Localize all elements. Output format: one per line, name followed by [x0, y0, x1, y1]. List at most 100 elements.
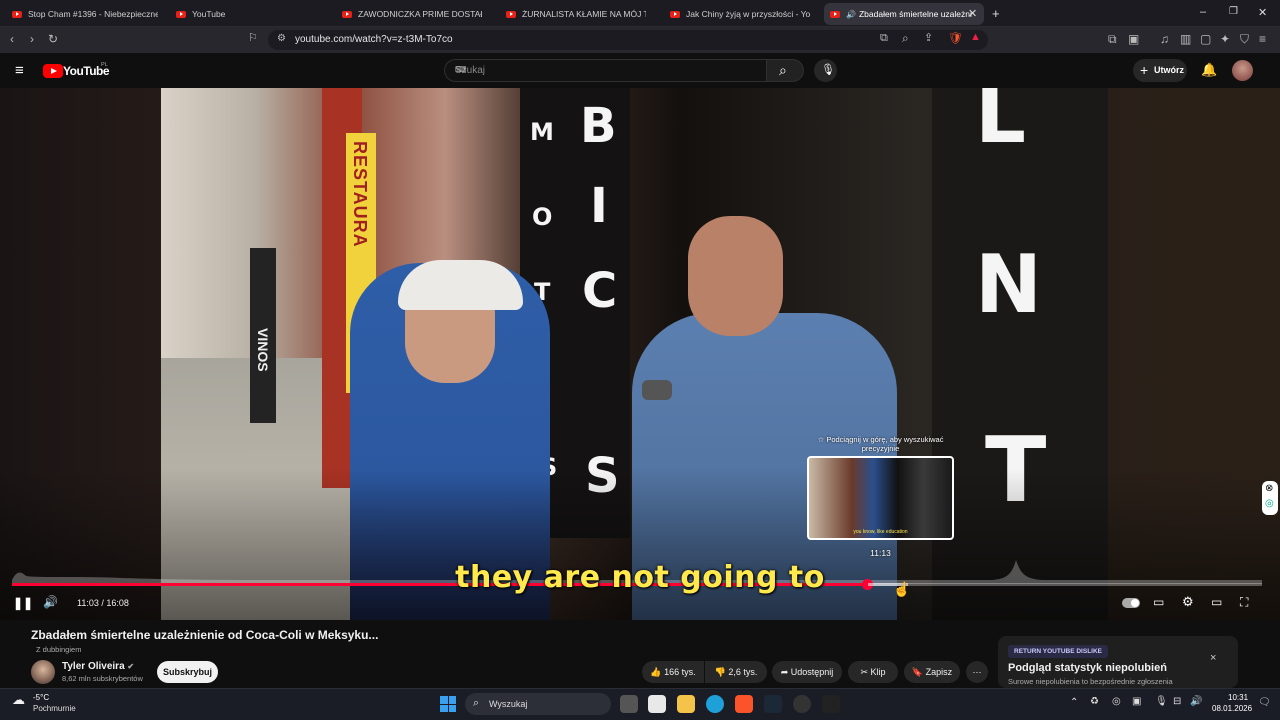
extensions-icon[interactable]: ⧉: [1108, 33, 1117, 45]
ryd-close-button[interactable]: ×: [1210, 652, 1216, 664]
brave-icon[interactable]: [735, 695, 753, 713]
browser-tab[interactable]: ŻURNALISTA KŁAMIE NA MÓJ TEMAT: [500, 3, 652, 25]
search-input[interactable]: Szukaj ⌨: [444, 59, 767, 82]
youtube-favicon-icon: [342, 10, 352, 18]
tray-icon[interactable]: ▣: [1132, 696, 1141, 707]
subtitles-icon[interactable]: ▭: [1153, 596, 1164, 608]
channel-avatar[interactable]: [31, 660, 55, 684]
obs-icon[interactable]: [793, 695, 811, 713]
notification-center-icon[interactable]: 🗨: [1258, 697, 1271, 708]
channel-name[interactable]: Tyler Oliveira ✔: [62, 661, 134, 672]
windows-taskbar: [0, 688, 1280, 720]
speaker-icon: 🔊: [846, 9, 856, 19]
url-text[interactable]: youtube.com/watch?v=z-t3M-To7co: [295, 34, 453, 45]
reload-icon[interactable]: ↻: [48, 33, 58, 45]
ryd-description: Surowe niepolubienia to bezpośrednie zgł…: [1008, 677, 1173, 686]
zoom-icon[interactable]: ⌕: [902, 32, 909, 44]
like-button[interactable]: 👍 166 tys.: [642, 661, 704, 683]
clock-time[interactable]: 10:31: [1228, 693, 1248, 702]
site-info-icon[interactable]: ⚙: [277, 34, 286, 44]
guide-menu-icon[interactable]: ≡: [15, 63, 24, 78]
video-player[interactable]: RESTAURA VINOS B I C S M O T S L N T: [0, 88, 1280, 620]
close-circle-icon[interactable]: ⊗: [1265, 483, 1273, 494]
extension-icon[interactable]: ▣: [1128, 33, 1139, 45]
preview-caption: you know, like education: [853, 529, 908, 535]
file-explorer-icon[interactable]: [677, 695, 695, 713]
tab-title: Jak Chiny żyją w przyszłości - YouTube: [686, 9, 810, 19]
youtube-logo-icon[interactable]: [43, 64, 63, 78]
tab-title: Stop Cham #1396 - Niebezpieczne i: [28, 9, 158, 19]
theater-mode-icon[interactable]: ▭: [1211, 596, 1222, 608]
browser-tab[interactable]: ZAWODNICZKA PRIME DOSTAŁA OD: [336, 3, 488, 25]
maximize-icon[interactable]: ❐: [1229, 6, 1238, 17]
pause-icon[interactable]: ❚❚: [13, 597, 33, 609]
close-tab-icon[interactable]: ✕: [968, 7, 977, 20]
brave-rewards-icon[interactable]: ▲: [970, 32, 981, 43]
tray-icon[interactable]: ♻: [1090, 696, 1099, 707]
volume-icon[interactable]: 🔊: [43, 596, 58, 608]
browser-tab[interactable]: Jak Chiny żyją w przyszłości - YouTube: [664, 3, 816, 25]
start-button[interactable]: [440, 696, 456, 712]
bookmark-icon[interactable]: ⚐: [248, 33, 258, 44]
more-actions-button[interactable]: ⋯: [966, 661, 988, 683]
youtube-favicon-icon: [670, 10, 680, 18]
back-icon[interactable]: ‹: [10, 33, 14, 45]
menu-icon[interactable]: ≡: [1259, 33, 1266, 45]
keyboard-icon[interactable]: ⌨: [455, 65, 758, 74]
browser-tab-active[interactable]: 🔊 Zbadałem śmiertelne uzależni: [824, 3, 984, 25]
minimize-icon[interactable]: –: [1200, 6, 1206, 18]
tray-mic-icon[interactable]: 🎙: [1155, 696, 1168, 707]
create-button[interactable]: + Utwórz: [1133, 59, 1187, 82]
youtube-favicon-icon: [12, 10, 22, 18]
share-button[interactable]: ➦ Udostępnij: [772, 661, 842, 683]
sidebar-icon[interactable]: ▥: [1180, 33, 1191, 45]
subscribe-button[interactable]: Subskrybuj: [157, 661, 218, 683]
dislike-button[interactable]: 👎 2,6 tys.: [705, 661, 767, 683]
autoplay-toggle[interactable]: [1122, 598, 1140, 608]
leo-ai-icon[interactable]: ✦: [1220, 33, 1230, 45]
save-button[interactable]: 🔖 Zapisz: [904, 661, 960, 683]
edge-icon[interactable]: [706, 695, 724, 713]
weather-icon[interactable]: ☁: [12, 692, 25, 708]
browser-tab[interactable]: Stop Cham #1396 - Niebezpieczne i: [6, 3, 164, 25]
tab-title: Zbadałem śmiertelne uzależni: [858, 9, 972, 19]
vinos-sign-text: VINOS: [255, 328, 271, 372]
board-letter: M: [530, 118, 554, 146]
browser-tab[interactable]: YouTube: [170, 3, 330, 25]
fullscreen-icon[interactable]: ⛶: [1240, 596, 1248, 608]
new-tab-button[interactable]: +: [992, 6, 1000, 21]
clip-button[interactable]: ✂ Klip: [848, 661, 898, 683]
vpn-icon[interactable]: ⛉: [1240, 33, 1249, 45]
close-window-icon[interactable]: ✕: [1258, 6, 1267, 19]
volume-tray-icon[interactable]: 🔊: [1190, 696, 1202, 707]
voice-search-button[interactable]: 🎙: [814, 59, 837, 82]
brave-shields-icon[interactable]: 🛡: [948, 32, 963, 44]
open-external-icon[interactable]: ⧉: [880, 33, 888, 44]
store-icon[interactable]: [648, 695, 666, 713]
network-icon[interactable]: ⊟: [1173, 696, 1181, 707]
notifications-icon[interactable]: 🔔: [1201, 63, 1217, 76]
clock-date[interactable]: 08.01.2026: [1212, 704, 1252, 713]
ryd-tag: RETURN YOUTUBE DISLIKE: [1008, 645, 1108, 658]
wallet-icon[interactable]: ▢: [1200, 33, 1211, 45]
dubbing-label: Z dubbingiem: [36, 645, 82, 654]
search-button[interactable]: ⌕: [766, 59, 804, 82]
forward-icon[interactable]: ›: [30, 33, 34, 45]
task-view-icon[interactable]: [620, 695, 638, 713]
app-icon[interactable]: [822, 695, 840, 713]
taskbar-search[interactable]: ⌕ Wyszukaj: [465, 693, 611, 715]
video-microphone: [642, 380, 672, 400]
tray-icon[interactable]: ◎: [1112, 696, 1121, 707]
weather-temp[interactable]: -5°C: [33, 693, 49, 702]
settings-icon[interactable]: ⚙: [1182, 595, 1194, 608]
media-icon[interactable]: ♫: [1160, 33, 1169, 45]
video-white-cap: [398, 260, 523, 310]
tray-overflow-icon[interactable]: ⌃: [1070, 697, 1078, 708]
search-icon: ⌕: [473, 697, 480, 709]
share-icon[interactable]: ⇪: [924, 33, 933, 44]
weather-desc[interactable]: Pochmurnie: [33, 704, 76, 713]
account-avatar[interactable]: [1232, 60, 1253, 81]
extension-side-panel[interactable]: ⊗ ◎: [1262, 481, 1278, 515]
steam-icon[interactable]: [764, 695, 782, 713]
extension-circle-icon[interactable]: ◎: [1265, 498, 1274, 509]
